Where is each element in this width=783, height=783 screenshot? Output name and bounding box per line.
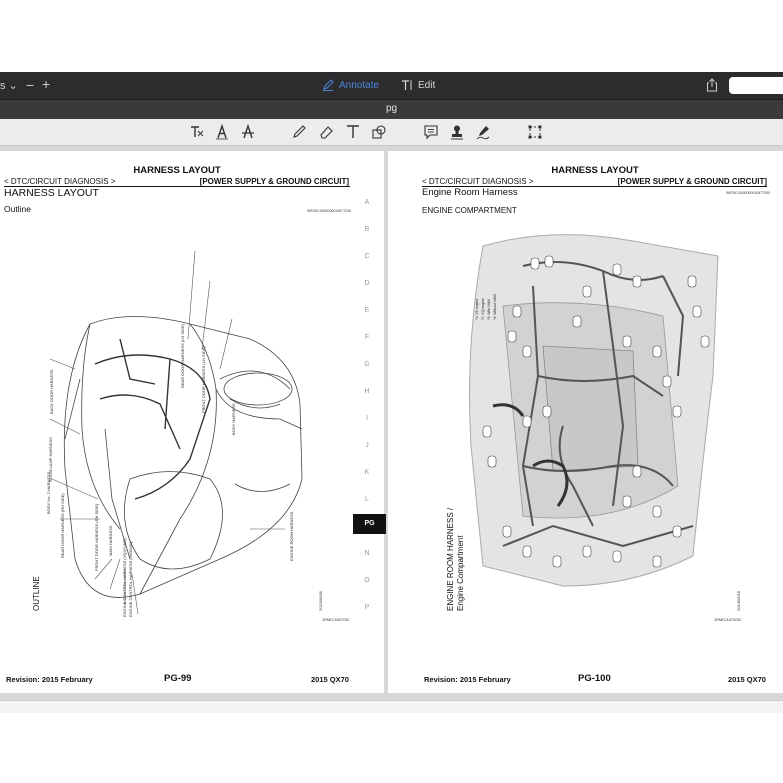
eraser-icon[interactable]: [318, 124, 334, 140]
edit-button[interactable]: Edit: [401, 79, 435, 91]
page-pg-100[interactable]: HARNESS LAYOUT < DTC/CIRCUIT DIAGNOSIS >…: [388, 151, 783, 693]
breadcrumb: < DTC/CIRCUIT DIAGNOSIS >: [4, 177, 116, 186]
legend-vq: *2: VQ engine: [481, 298, 485, 320]
page-subtitle: Outline: [4, 204, 31, 214]
footer-model: 2015 QX70: [311, 675, 349, 684]
annotate-label: Annotate: [339, 79, 380, 91]
annotate-button[interactable]: Annotate: [322, 79, 379, 91]
harness-label: BACK DOOR HARNESS: [49, 369, 54, 414]
index-letter-j[interactable]: J: [360, 442, 374, 449]
index-letter-n[interactable]: N: [360, 550, 374, 557]
page-subtitle: ENGINE COMPARTMENT: [422, 206, 517, 215]
edit-text-icon: [402, 80, 412, 90]
footer-revision: Revision: 2015 February: [6, 675, 93, 684]
shapes-icon[interactable]: [371, 124, 387, 140]
index-letter-c[interactable]: C: [360, 253, 374, 260]
legend-navi: *3: With NAVI: [487, 298, 491, 320]
legend-no-navi: *4: Without NAVI: [493, 293, 497, 320]
page-header: HARNESS LAYOUT: [551, 165, 639, 176]
figure-vertical-label: OUTLINE: [32, 576, 41, 611]
stamp-icon[interactable]: [449, 124, 465, 140]
index-letter-b[interactable]: B: [360, 226, 374, 233]
index-letter-a[interactable]: A: [360, 199, 374, 206]
figure-date: 2014/09/18: [736, 590, 741, 611]
index-letter-h[interactable]: H: [360, 388, 374, 395]
harness-label: FRONT DOOR HARNESS (RH SIDE): [94, 503, 99, 571]
figure-date: 2015/06/05: [318, 590, 323, 611]
zoom-out-button[interactable]: −: [26, 77, 34, 93]
page-pg-99[interactable]: HARNESS LAYOUT < DTC/CIRCUIT DIAGNOSIS >…: [0, 151, 384, 693]
harness-label: REAR DOOR HARNESS (LH SIDE): [180, 323, 185, 388]
page-header: HARNESS LAYOUT: [133, 165, 221, 176]
harness-label: MAIN HARNESS: [108, 525, 113, 556]
signature-icon[interactable]: [475, 124, 491, 140]
index-letter-f[interactable]: F: [360, 334, 374, 341]
info-id: INFOID:0000000010577250: [726, 191, 770, 195]
engine-compartment-figure: [469, 234, 719, 587]
search-input[interactable]: [729, 77, 783, 94]
page-title: HARNESS LAYOUT: [4, 187, 99, 199]
page-number: PG-100: [578, 673, 611, 684]
crop-icon[interactable]: [527, 124, 543, 140]
top-toolbar: s ⌄ − + Annotate Edit: [0, 72, 783, 99]
harness-label: ENGINE CONTROL HARNESS (VQ37VHR): [122, 538, 127, 617]
figure-vertical-label: ENGINE ROOM HARNESS /: [446, 507, 455, 611]
page-title: Engine Room Harness: [422, 187, 518, 198]
figure-code: JRMIC4470GB: [714, 617, 741, 622]
index-letter-l[interactable]: L: [360, 496, 374, 503]
index-letter-g[interactable]: G: [360, 361, 374, 368]
harness-label: REAR DOOR HARNESS (RH SIDE): [60, 493, 65, 558]
harness-label: ENGINE CONTROL HARNESS (VK50VE): [128, 541, 133, 617]
index-tab-pg-active[interactable]: PG: [353, 514, 386, 534]
info-id: INFOID:0000000010577249: [307, 209, 351, 213]
harness-label: ENGINE ROOM HARNESS: [289, 511, 294, 561]
footer-revision: Revision: 2015 February: [424, 675, 511, 684]
index-letter-o[interactable]: O: [360, 577, 374, 584]
share-icon[interactable]: [706, 78, 718, 92]
sidebar-toggle[interactable]: s ⌄: [0, 79, 18, 92]
font-icon[interactable]: [214, 124, 230, 140]
harness-label: BODY HARNESS: [231, 403, 236, 435]
breadcrumb: < DTC/CIRCUIT DIAGNOSIS >: [422, 177, 534, 186]
annotation-toolbar: [0, 119, 783, 146]
annotate-pen-icon: [323, 79, 334, 91]
index-letter-d[interactable]: D: [360, 280, 374, 287]
strikethrough-icon[interactable]: [240, 124, 256, 140]
document-title-bar: pg: [0, 99, 783, 120]
section-title: [POWER SUPPLY & GROUND CIRCUIT]: [199, 177, 349, 186]
footer-model: 2015 QX70: [728, 675, 766, 684]
text-select-icon[interactable]: [189, 124, 205, 140]
figure-vertical-label: Engine Compartment: [456, 535, 465, 611]
index-letter-e[interactable]: E: [360, 307, 374, 314]
legend-vk: *1: VK engine: [475, 298, 479, 320]
harness-outline-figure: [49, 250, 303, 615]
section-title: [POWER SUPPLY & GROUND CIRCUIT]: [617, 177, 767, 186]
zoom-in-button[interactable]: +: [42, 76, 50, 92]
harness-label: BODY No. 2 HARNESS: [46, 471, 51, 514]
pen-icon[interactable]: [291, 124, 307, 140]
text-icon[interactable]: [345, 124, 361, 140]
bottom-scroll-area[interactable]: [0, 700, 783, 713]
edit-label: Edit: [418, 79, 436, 91]
document-title: pg: [385, 103, 398, 114]
comment-icon[interactable]: [423, 124, 439, 140]
index-letter-k[interactable]: K: [360, 469, 374, 476]
index-letter-p[interactable]: P: [360, 604, 374, 611]
index-letter-i[interactable]: I: [360, 415, 374, 422]
figure-code: JRMIC1607GB: [322, 617, 349, 622]
harness-label: FRONT DOOR HARNESS (LH SIDE): [201, 346, 206, 413]
page-number: PG-99: [164, 673, 192, 684]
